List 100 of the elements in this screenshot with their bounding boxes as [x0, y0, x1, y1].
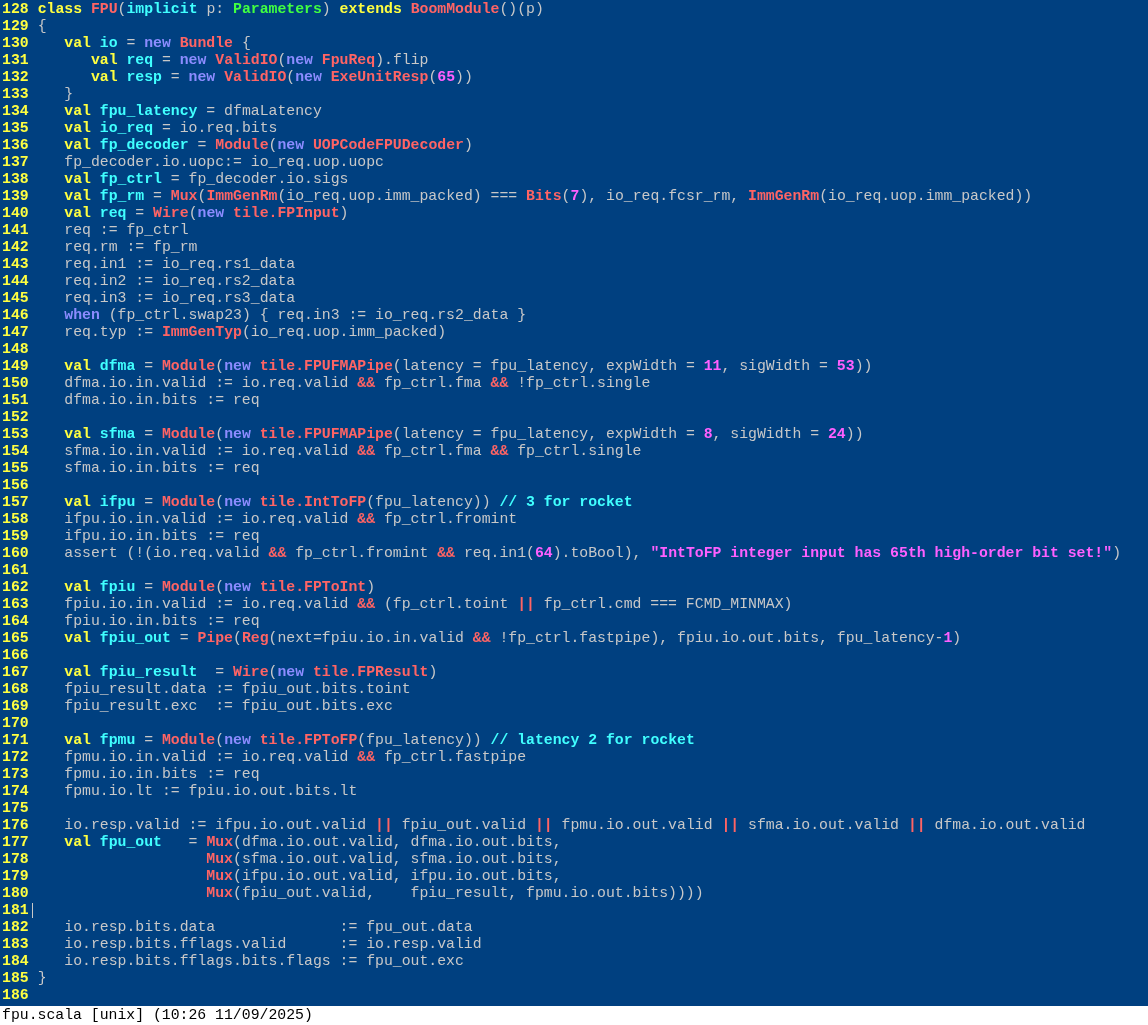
- code-line: val fp_ctrl = fp_decoder.io.sigs: [63, 171, 349, 188]
- line-number: 176: [2, 817, 29, 834]
- line-number: 158: [2, 511, 29, 528]
- code-line: val ifpu = Module(new tile.IntToFP(fpu_latency)) // 3 for rocket: [63, 494, 633, 511]
- code-line: val dfma = Module(new tile.FPUFMAPipe(latency = fpu_latency, expWidth = 11, sigWidth = 53)): [63, 358, 873, 375]
- line-number: 177: [2, 834, 29, 851]
- code-line: sfma.io.in.valid := io.req.valid && fp_ctrl.fma && fp_ctrl.single: [63, 443, 642, 460]
- code-line: val fpu_latency = dfmaLatency: [63, 103, 322, 120]
- code-line: req.typ := ImmGenTyp(io_req.uop.imm_packed): [63, 324, 447, 341]
- line-number: 155: [2, 460, 29, 477]
- line-number: 140: [2, 205, 29, 222]
- line-number: 161: [2, 562, 29, 579]
- line-number: 164: [2, 613, 29, 630]
- code-line: Mux(ifpu.io.out.valid, ifpu.io.out.bits,: [205, 868, 562, 885]
- line-number: 133: [2, 86, 29, 103]
- line-number: 182: [2, 919, 29, 936]
- line-number: 179: [2, 868, 29, 885]
- code-line: fpiu_result.data := fpiu_out.bits.toint: [63, 681, 411, 698]
- code-line: when (fp_ctrl.swap23) { req.in3 := io_req.rs2_data }: [63, 307, 527, 324]
- code-line: fpmu.io.in.valid := io.req.valid && fp_ctrl.fastpipe: [63, 749, 527, 766]
- line-number: 163: [2, 596, 29, 613]
- line-number: 149: [2, 358, 29, 375]
- line-number: 166: [2, 647, 29, 664]
- line-number: 148: [2, 341, 29, 358]
- line-number: 129: [2, 18, 29, 35]
- line-number: 137: [2, 154, 29, 171]
- line-number: 172: [2, 749, 29, 766]
- line-number: 168: [2, 681, 29, 698]
- code-line: io.resp.bits.fflags.valid := io.resp.valid: [63, 936, 482, 953]
- line-number: 128: [2, 1, 29, 18]
- code-line: val fp_decoder = Module(new UOPCodeFPUDecoder): [63, 137, 473, 154]
- line-number: 130: [2, 35, 29, 52]
- line-number: 157: [2, 494, 29, 511]
- line-number: 178: [2, 851, 29, 868]
- line-number: 141: [2, 222, 29, 239]
- code-line: fpmu.io.lt := fpiu.io.out.bits.lt: [63, 783, 358, 800]
- code-line: {: [37, 18, 47, 35]
- code-line: val io = new Bundle {: [63, 35, 251, 52]
- line-number: 170: [2, 715, 29, 732]
- line-number: 145: [2, 290, 29, 307]
- status-bar: fpu.scala [unix] (10:26 11/09/2025): [0, 1006, 1148, 1025]
- code-line: val sfma = Module(new tile.FPUFMAPipe(latency = fpu_latency, expWidth = 8, sigWidth = 24)): [63, 426, 864, 443]
- line-number: 173: [2, 766, 29, 783]
- line-number: 144: [2, 273, 29, 290]
- code-line: fpmu.io.in.bits := req: [63, 766, 260, 783]
- line-number: 175: [2, 800, 29, 817]
- code-line: val fpiu_result = Wire(new tile.FPResult): [63, 664, 438, 681]
- line-number: 152: [2, 409, 29, 426]
- code-line: req.in3 := io_req.rs3_data: [63, 290, 296, 307]
- code-line: val resp = new ValidIO(new ExeUnitResp(65)): [89, 69, 473, 86]
- code-line: class FPU(implicit p: Parameters) extends BoomModule()(p): [37, 1, 544, 18]
- code-line: sfma.io.in.bits := req: [63, 460, 260, 477]
- code-line: val req = Wire(new tile.FPInput): [63, 205, 349, 222]
- code-line: val fp_rm = Mux(ImmGenRm(io_req.uop.imm_packed) === Bits(7), io_req.fcsr_rm, ImmGenRm(io_req.uop.imm_packed)): [63, 188, 1033, 205]
- code-line: }: [63, 86, 74, 103]
- line-number: 184: [2, 953, 29, 970]
- code-line: fpiu.io.in.bits := req: [63, 613, 260, 630]
- line-number: 181: [2, 902, 29, 919]
- line-number: 171: [2, 732, 29, 749]
- line-number: 183: [2, 936, 29, 953]
- line-number: 143: [2, 256, 29, 273]
- line-number: 142: [2, 239, 29, 256]
- line-number: 186: [2, 987, 29, 1004]
- code-line: val io_req = io.req.bits: [63, 120, 278, 137]
- code-line: io.resp.valid := ifpu.io.out.valid || fpiu_out.valid || fpmu.io.out.valid || sfma.io.out.valid || dfma.io.out.valid: [63, 817, 1086, 834]
- code-line: ifpu.io.in.valid := io.req.valid && fp_ctrl.fromint: [63, 511, 518, 528]
- code-line: val fpmu = Module(new tile.FPToFP(fpu_latency)) // latency 2 for rocket: [63, 732, 695, 749]
- code-line: req.rm := fp_rm: [63, 239, 198, 256]
- line-number: 132: [2, 69, 29, 86]
- line-number: 134: [2, 103, 29, 120]
- code-line: fpiu_result.exc := fpiu_out.bits.exc: [63, 698, 393, 715]
- line-number: 138: [2, 171, 29, 188]
- code-line: assert (!(io.req.valid && fp_ctrl.fromint && req.in1(64).toBool), "IntToFP integer input has 65th high-order bit set!"): [63, 545, 1121, 562]
- line-number: 151: [2, 392, 29, 409]
- code-line: val req = new ValidIO(new FpuReq).flip: [89, 52, 429, 69]
- line-number: 167: [2, 664, 29, 681]
- line-number: 153: [2, 426, 29, 443]
- line-number: 156: [2, 477, 29, 494]
- line-number: 131: [2, 52, 29, 69]
- line-number: 146: [2, 307, 29, 324]
- code-line: ifpu.io.in.bits := req: [63, 528, 260, 545]
- line-number: 136: [2, 137, 29, 154]
- code-line: val fpu_out = Mux(dfma.io.out.valid, dfma.io.out.bits,: [63, 834, 562, 851]
- line-number: 139: [2, 188, 29, 205]
- line-number: 169: [2, 698, 29, 715]
- code-line: fpiu.io.in.valid := io.req.valid && (fp_ctrl.toint || fp_ctrl.cmd === FCMD_MINMAX): [63, 596, 793, 613]
- line-number: 150: [2, 375, 29, 392]
- code-line: val fpiu_out = Pipe(Reg(next=fpiu.io.in.valid && !fp_ctrl.fastpipe), fpiu.io.out.bits, fpu_latency-1): [63, 630, 962, 647]
- line-number: 165: [2, 630, 29, 647]
- line-number: 180: [2, 885, 29, 902]
- line-number: 159: [2, 528, 29, 545]
- line-number: 154: [2, 443, 29, 460]
- code-line: req.in2 := io_req.rs2_data: [63, 273, 296, 290]
- code-line: req.in1 := io_req.rs1_data: [63, 256, 296, 273]
- line-number: 162: [2, 579, 29, 596]
- line-number: 174: [2, 783, 29, 800]
- code-line: dfma.io.in.valid := io.req.valid && fp_ctrl.fma && !fp_ctrl.single: [63, 375, 651, 392]
- code-line: val fpiu = Module(new tile.FPToInt): [63, 579, 376, 596]
- code-line: req := fp_ctrl: [63, 222, 189, 239]
- code-line: Mux(fpiu_out.valid, fpiu_result, fpmu.io.out.bits)))): [205, 885, 704, 902]
